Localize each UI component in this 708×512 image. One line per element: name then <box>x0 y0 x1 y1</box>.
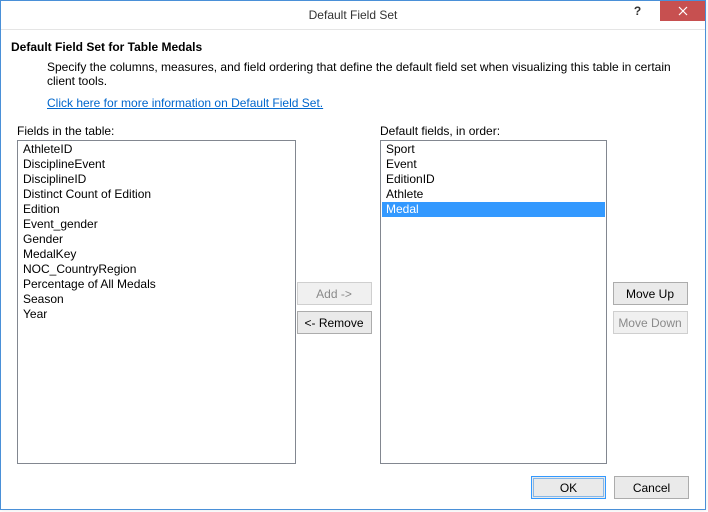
window-controls: ? <box>615 1 705 21</box>
list-item[interactable]: DisciplineID <box>19 172 294 187</box>
list-item[interactable]: Athlete <box>382 187 605 202</box>
list-item[interactable]: Edition <box>19 202 294 217</box>
list-item[interactable]: Event <box>382 157 605 172</box>
list-item[interactable]: Year <box>19 307 294 322</box>
remove-button[interactable]: <- Remove <box>297 311 372 334</box>
middle-buttons: Add -> <- Remove <box>292 124 376 464</box>
list-item[interactable]: Gender <box>19 232 294 247</box>
right-list-label: Default fields, in order: <box>380 124 603 138</box>
left-list-label: Fields in the table: <box>17 124 292 138</box>
list-item[interactable]: EditionID <box>382 172 605 187</box>
more-info-link[interactable]: Click here for more information on Defau… <box>47 96 695 110</box>
heading: Default Field Set for Table Medals <box>11 40 695 54</box>
list-item[interactable]: AthleteID <box>19 142 294 157</box>
dialog-window: Default Field Set ? Default Field Set fo… <box>0 0 706 510</box>
left-column: Fields in the table: AthleteIDDiscipline… <box>17 124 292 464</box>
list-item[interactable]: NOC_CountryRegion <box>19 262 294 277</box>
right-column: Default fields, in order: SportEventEdit… <box>380 124 603 464</box>
ok-button[interactable]: OK <box>531 476 606 499</box>
list-item[interactable]: Medal <box>382 202 605 217</box>
add-button[interactable]: Add -> <box>297 282 372 305</box>
reorder-buttons: Move Up Move Down <box>609 124 691 464</box>
list-item[interactable]: Season <box>19 292 294 307</box>
title-bar: Default Field Set ? <box>1 1 705 30</box>
default-fields-listbox[interactable]: SportEventEditionIDAthleteMedal <box>380 140 607 464</box>
list-item[interactable]: DisciplineEvent <box>19 157 294 172</box>
move-up-button[interactable]: Move Up <box>613 282 688 305</box>
window-title: Default Field Set <box>1 8 705 22</box>
list-item[interactable]: Event_gender <box>19 217 294 232</box>
dialog-content: Default Field Set for Table Medals Speci… <box>1 30 705 509</box>
cancel-button[interactable]: Cancel <box>614 476 689 499</box>
description-text: Specify the columns, measures, and field… <box>47 60 695 88</box>
dialog-footer: OK Cancel <box>11 472 695 499</box>
list-item[interactable]: Percentage of All Medals <box>19 277 294 292</box>
table-fields-listbox[interactable]: AthleteIDDisciplineEventDisciplineIDDist… <box>17 140 296 464</box>
close-icon <box>678 6 688 16</box>
list-item[interactable]: Distinct Count of Edition <box>19 187 294 202</box>
move-down-button[interactable]: Move Down <box>613 311 688 334</box>
close-button[interactable] <box>660 1 705 21</box>
help-button[interactable]: ? <box>615 1 660 21</box>
list-item[interactable]: MedalKey <box>19 247 294 262</box>
list-item[interactable]: Sport <box>382 142 605 157</box>
main-row: Fields in the table: AthleteIDDiscipline… <box>11 124 695 464</box>
